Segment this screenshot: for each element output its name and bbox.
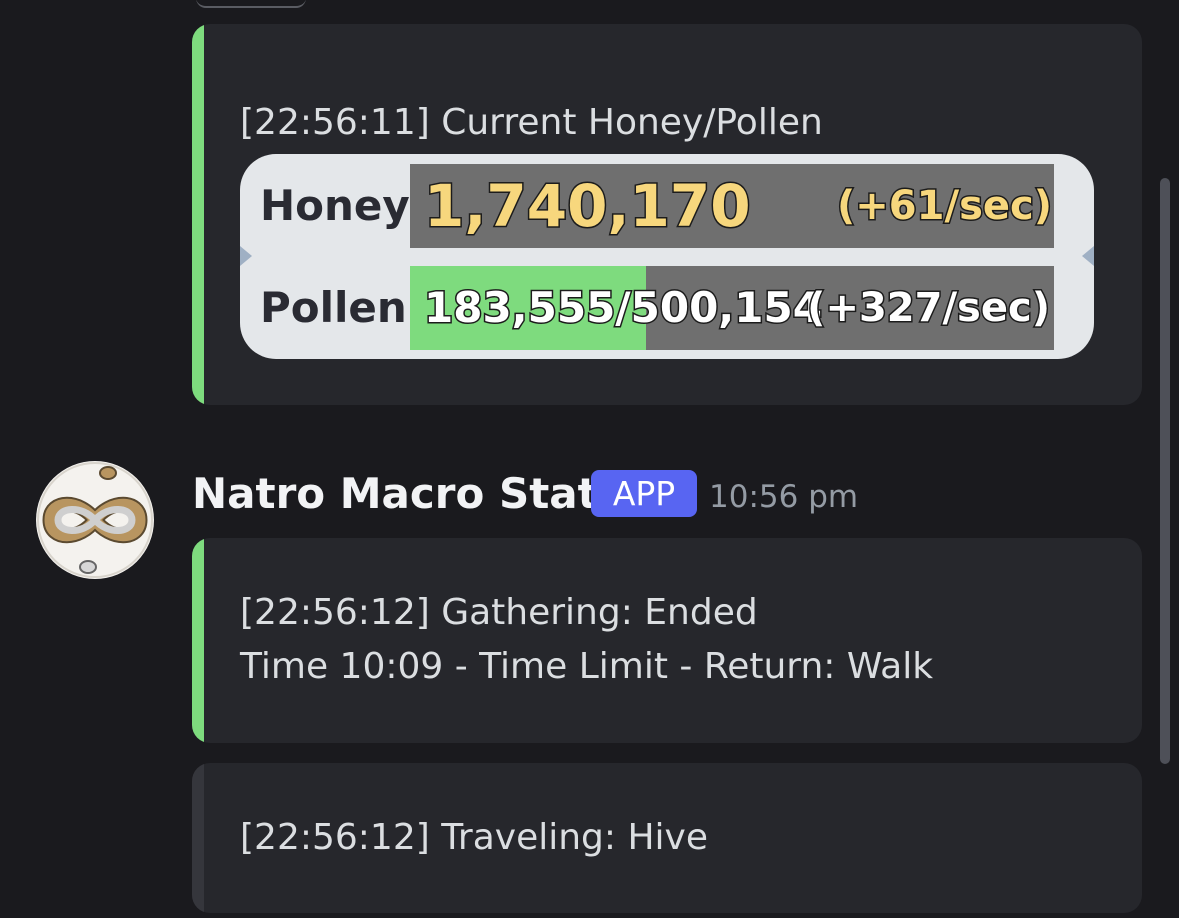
embed-accent-bar — [192, 24, 204, 405]
embed-gathering-ended: [22:56:12] Gathering: Ended Time 10:09 -… — [192, 538, 1142, 743]
pollen-row: Pollen 183,555/500,154 (+327/sec) — [240, 266, 1094, 350]
chat-view: [22:56:11] Current Honey/Pollen Honey 1,… — [0, 0, 1179, 918]
honey-value: 1,740,170 — [423, 171, 753, 242]
honey-stat-box: 1,740,170 (+61/sec) — [410, 164, 1054, 248]
frame-notch-left — [240, 246, 252, 266]
embed-accent-bar — [192, 763, 204, 913]
embed-line-1: [22:56:12] Gathering: Ended — [240, 592, 758, 633]
app-badge: APP — [591, 470, 697, 517]
embed-text: [22:56:12] Traveling: Hive — [240, 817, 708, 858]
pollen-value: 183,555/500,154 — [423, 282, 824, 334]
frame-notch-right — [1082, 246, 1094, 266]
embed-honey-pollen: [22:56:11] Current Honey/Pollen Honey 1,… — [192, 24, 1142, 405]
avatar[interactable] — [36, 461, 154, 579]
honey-rate: (+61/sec) — [836, 182, 1054, 231]
honey-row: Honey 1,740,170 (+61/sec) — [240, 164, 1094, 248]
honey-pollen-image[interactable]: Honey 1,740,170 (+61/sec) Pollen 183,555… — [240, 154, 1094, 359]
message-timestamp: 10:56 pm — [709, 479, 859, 515]
pollen-label: Pollen — [260, 283, 407, 332]
ouroboros-infinity-snakes-icon — [37, 462, 153, 578]
embed-traveling-hive: [22:56:12] Traveling: Hive — [192, 763, 1142, 913]
scrollbar[interactable] — [1160, 178, 1170, 764]
embed-accent-bar — [192, 538, 204, 743]
pollen-stat-box: 183,555/500,154 (+327/sec) — [410, 266, 1054, 350]
embed-title: [22:56:11] Current Honey/Pollen — [240, 102, 823, 143]
embed-line-2: Time 10:09 - Time Limit - Return: Walk — [240, 646, 934, 687]
username[interactable]: Natro Macro Stats — [192, 462, 623, 526]
previous-message-fragment — [196, 0, 306, 8]
honey-label: Honey — [260, 181, 410, 230]
pollen-rate: (+327/sec) — [806, 284, 1052, 333]
